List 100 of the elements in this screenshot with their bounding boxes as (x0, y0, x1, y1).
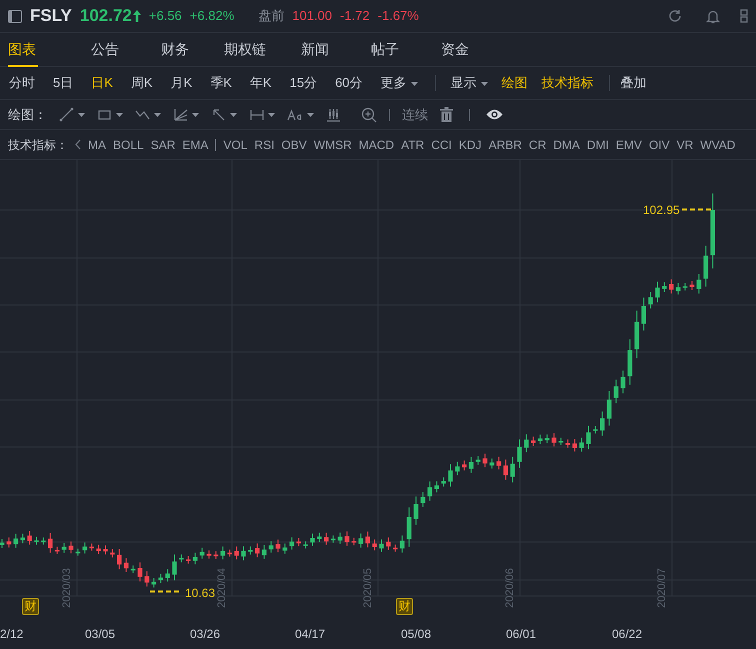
view-toggle[interactable]: 技术指标 (534, 70, 601, 96)
month-label: 2020/04 (216, 567, 228, 610)
toolbar-label: 技术指标： (8, 136, 68, 154)
zoom-in-icon[interactable] (361, 106, 377, 122)
trash-icon[interactable] (440, 107, 453, 122)
caret-icon (154, 112, 161, 116)
tab[interactable]: 帖子 (350, 32, 420, 66)
toolbar-label: 绘图： (8, 106, 47, 124)
candlestick (690, 280, 694, 290)
indicator-button[interactable]: WMSR (314, 136, 352, 154)
period-tab[interactable]: 年K (240, 70, 281, 96)
earnings-marker[interactable]: 财 (396, 598, 413, 615)
candlestick (227, 549, 232, 558)
candlestick (48, 532, 53, 554)
candlestick (62, 542, 66, 554)
arrow-tool-icon (211, 107, 226, 122)
indicator-button[interactable]: OIV (648, 136, 670, 154)
candlestick (172, 554, 177, 581)
indicator-button[interactable]: ARBR (488, 136, 522, 154)
indicator-button[interactable]: SAR (150, 136, 176, 154)
indicator-button[interactable]: VR (676, 136, 694, 154)
period-tab[interactable]: 更多 (372, 70, 427, 96)
candlestick (482, 453, 488, 468)
fan-tool-icon (173, 107, 188, 122)
tab[interactable]: 新闻 (280, 32, 350, 66)
indicator-button[interactable]: EMV (616, 136, 642, 154)
period-tab[interactable]: 5日 (44, 70, 82, 96)
indicator-button[interactable]: MA (88, 136, 106, 154)
candlestick (206, 550, 212, 560)
indicator-button[interactable]: MACD (358, 136, 394, 154)
candlestick (27, 530, 32, 546)
month-label: 2020/05 (362, 567, 374, 610)
candlestick (296, 537, 301, 547)
period-tab[interactable]: 15分 (280, 70, 326, 96)
bell-icon[interactable] (706, 8, 720, 24)
indicator-button[interactable]: CCI (431, 136, 452, 154)
indicator-button[interactable]: WVAD (700, 136, 736, 154)
indicator-button[interactable]: ATR (401, 136, 424, 154)
candlestick (606, 390, 612, 426)
period-tab[interactable]: 季K (201, 70, 241, 96)
leader-line (150, 590, 180, 592)
candlestick (352, 537, 356, 546)
candlestick (393, 544, 398, 552)
candlestick (620, 370, 626, 394)
price-change-percent: +6.82% (190, 7, 234, 26)
view-toggle[interactable]: 显示 (444, 70, 495, 96)
arrow-tool-button[interactable] (211, 107, 237, 122)
candlestick (179, 554, 184, 563)
line-tool-button[interactable] (59, 107, 85, 122)
sidebar-toggle-icon[interactable] (8, 10, 22, 22)
indicator-button[interactable]: VOL (223, 136, 248, 154)
stock-symbol: FSLY (30, 5, 72, 28)
period-tab[interactable]: 月K (162, 70, 202, 96)
candlestick (655, 281, 660, 303)
candlestick (704, 245, 708, 288)
measure-tool-button[interactable] (249, 107, 275, 122)
grid-icon[interactable] (740, 9, 748, 23)
continuous-button[interactable]: 连续 (402, 104, 428, 124)
text-tool-button[interactable] (287, 108, 314, 120)
date-label: 05/08 (401, 626, 432, 643)
month-label: 2020/06 (504, 567, 516, 610)
candlestick-icon[interactable] (326, 107, 341, 122)
indicator-button[interactable]: BOLL (113, 136, 144, 154)
refresh-icon[interactable] (668, 9, 682, 23)
candlestick (41, 536, 46, 546)
period-tab[interactable]: 分时 (0, 70, 44, 96)
earnings-marker[interactable]: 财 (22, 598, 39, 615)
tab[interactable]: 期权链 (210, 32, 280, 66)
candlestick (448, 464, 453, 488)
tab[interactable]: 财务 (140, 32, 210, 66)
indicator-button[interactable]: OBV (281, 136, 307, 154)
candlestick (379, 538, 384, 552)
tab[interactable]: 图表 (0, 32, 70, 66)
caret-icon (307, 112, 314, 116)
candlestick (76, 548, 80, 556)
period-tab[interactable]: 日K (82, 70, 122, 96)
candlestick (517, 438, 522, 468)
candlestick (241, 546, 246, 561)
indicator-button[interactable]: EMA (182, 136, 208, 154)
tab[interactable]: 公告 (70, 32, 140, 66)
indicator-button[interactable]: KDJ (458, 136, 482, 154)
candlestick (234, 546, 239, 560)
indicator-button[interactable]: DMA (553, 136, 580, 154)
overlay-button[interactable]: 叠加 (618, 70, 650, 96)
left-chevron-icon[interactable] (75, 139, 81, 150)
view-toggle[interactable]: 绘图 (494, 70, 535, 96)
indicator-button[interactable]: CR (528, 136, 546, 154)
candlestick (634, 310, 640, 359)
date-label: 04/17 (295, 626, 326, 643)
eye-icon[interactable] (486, 109, 503, 120)
period-tab[interactable]: 周K (122, 70, 162, 96)
fan-tool-button[interactable] (173, 107, 199, 122)
indicator-button[interactable]: RSI (254, 136, 274, 154)
period-tab[interactable]: 60分 (326, 70, 372, 96)
measure-tool-icon (249, 107, 264, 122)
tab[interactable]: 资金 (420, 32, 490, 66)
indicator-button[interactable]: DMI (586, 136, 609, 154)
candlestick (462, 460, 467, 471)
candlestick (255, 542, 260, 558)
candlestick (538, 434, 542, 445)
